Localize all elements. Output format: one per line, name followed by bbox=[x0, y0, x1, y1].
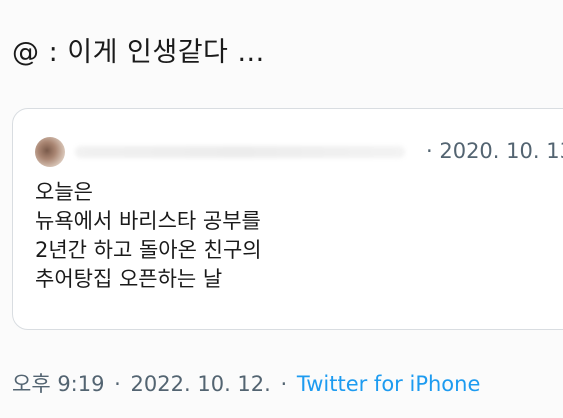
avatar[interactable] bbox=[35, 137, 65, 167]
quoted-tweet-date[interactable]: · 2020. 10. 13 bbox=[426, 139, 563, 163]
tweet: @ : 이게 인생같다 ... · 2020. 10. 13 오늘은 뉴욕에서 … bbox=[0, 0, 563, 418]
quoted-tweet-card[interactable]: · 2020. 10. 13 오늘은 뉴욕에서 바리스타 공부를 2년간 하고 … bbox=[12, 108, 563, 330]
tweet-text: @ : 이게 인생같다 ... bbox=[12, 37, 265, 68]
separator: · bbox=[114, 372, 121, 396]
quoted-tweet-line: 추어탕집 오픈하는 날 bbox=[35, 267, 223, 291]
separator: · bbox=[280, 372, 288, 396]
tweet-meta: 오후 9:19 · 2022. 10. 12. · Twitter for iP… bbox=[12, 368, 480, 398]
quoted-tweet-text: 오늘은 뉴욕에서 바리스타 공부를 2년간 하고 돌아온 친구의 추어탕집 오픈… bbox=[35, 178, 262, 294]
quoted-tweet-line: 2년간 하고 돌아온 친구의 bbox=[35, 238, 262, 262]
quoted-tweet-line: 뉴욕에서 바리스타 공부를 bbox=[35, 209, 261, 233]
blurred-username bbox=[75, 146, 405, 158]
tweet-time[interactable]: 오후 9:19 bbox=[12, 372, 104, 396]
quoted-tweet-line: 오늘은 bbox=[35, 180, 93, 204]
tweet-date[interactable]: 2022. 10. 12. bbox=[131, 372, 271, 396]
tweet-source-link[interactable]: Twitter for iPhone bbox=[297, 372, 481, 396]
quoted-tweet-header: · 2020. 10. 13 bbox=[35, 137, 563, 167]
